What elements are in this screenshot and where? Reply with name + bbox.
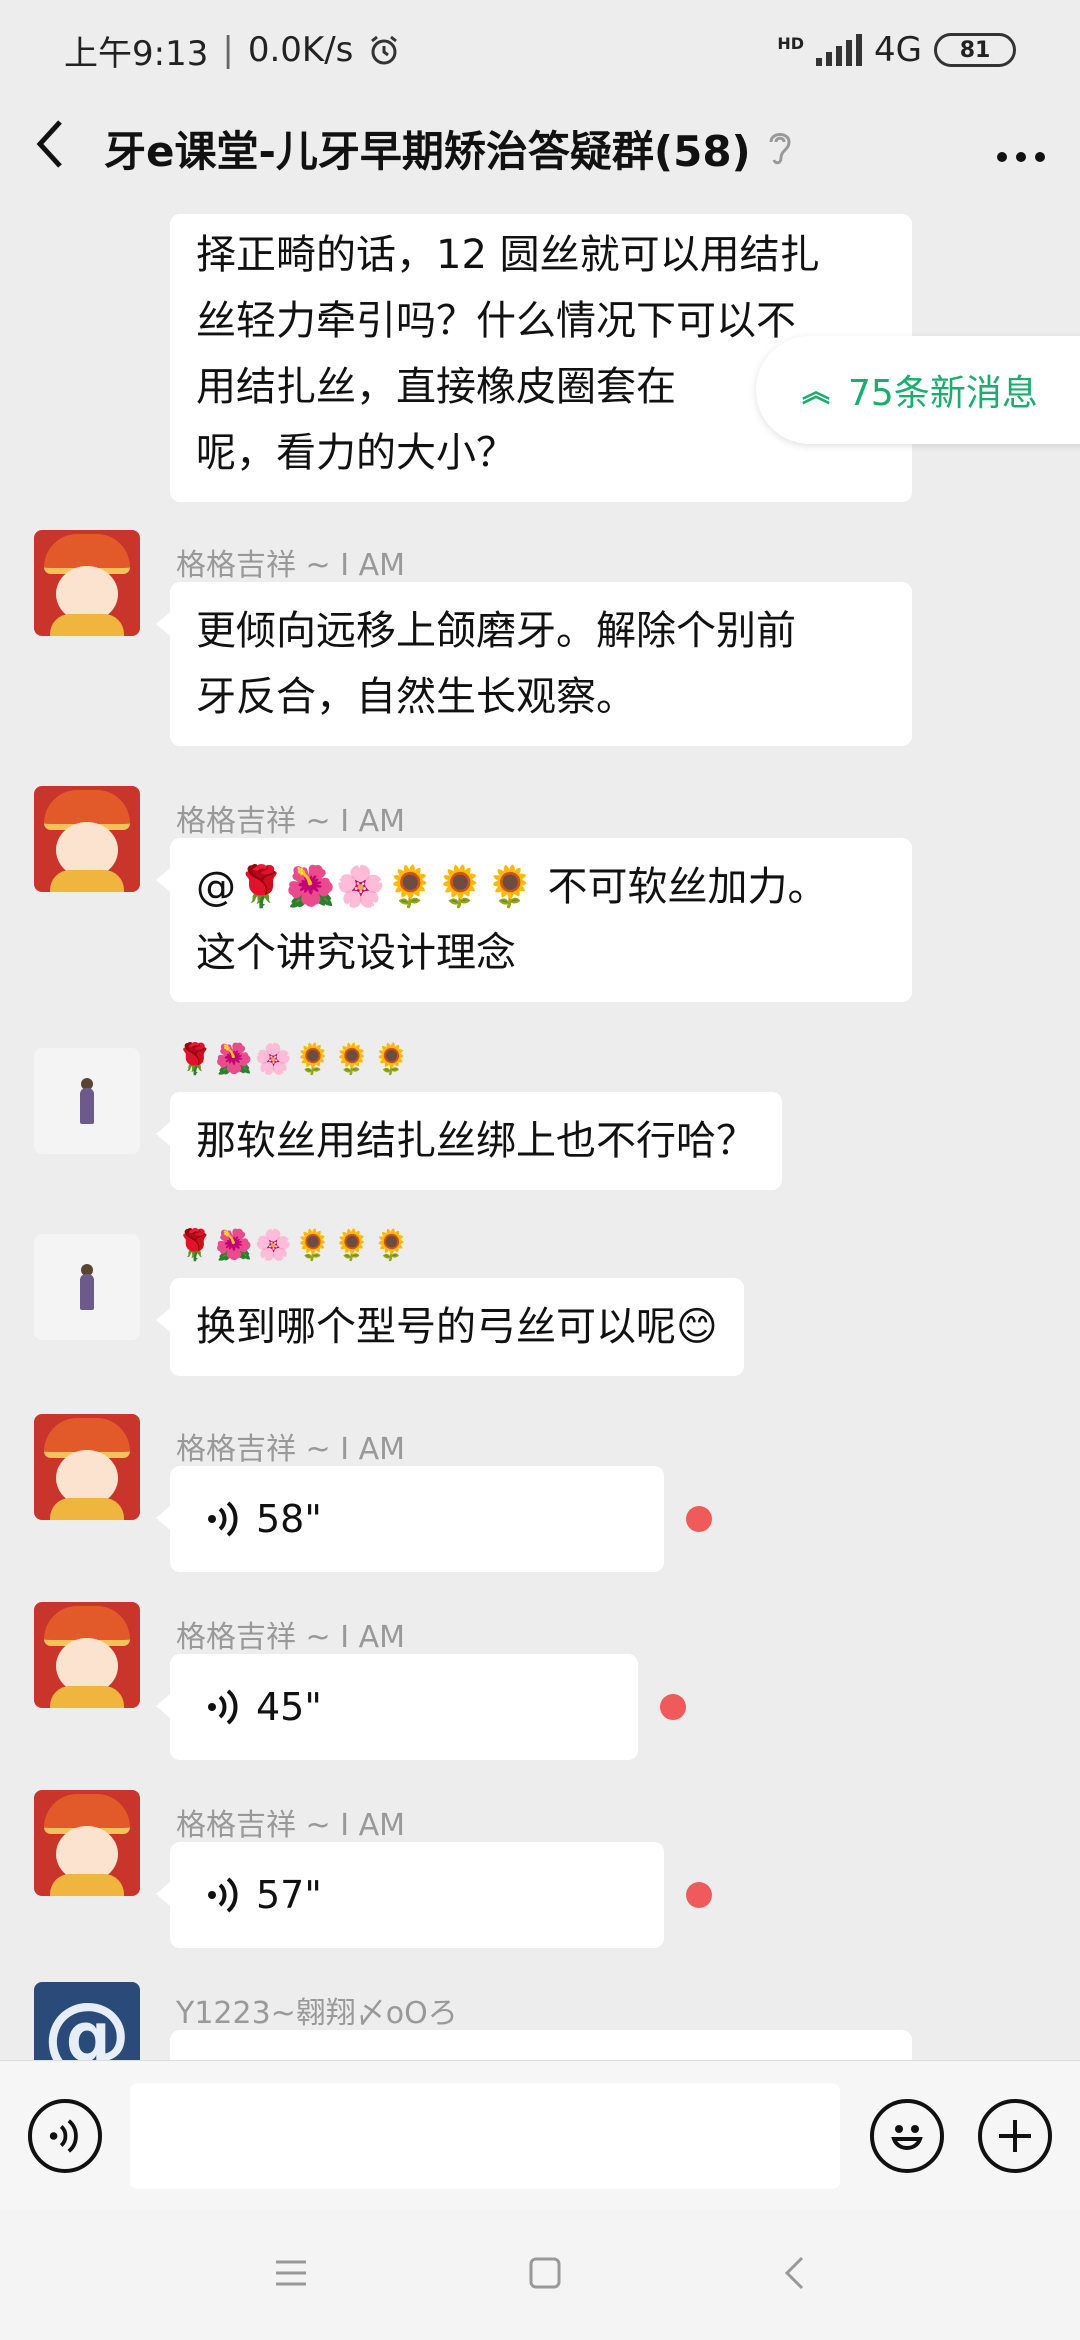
sender-name: 🌹🌺🌸🌻🌻🌻 xyxy=(176,1042,413,1077)
voice-wave-icon xyxy=(208,1689,238,1725)
new-messages-label: 75条新消息 xyxy=(848,373,1038,414)
status-speed: 0.0K/s xyxy=(247,30,354,70)
chat-title: 牙e课堂-儿牙早期矫治答疑群(58) xyxy=(104,126,751,176)
hd-label: HD xyxy=(777,34,805,53)
voice-wave-icon xyxy=(208,1501,238,1537)
home-button[interactable] xyxy=(528,2256,562,2294)
title-bar: 牙e课堂-儿牙早期矫治答疑群(58) xyxy=(0,100,1080,196)
chat-message-list[interactable]: 择正畸的话，12 圆丝就可以用结扎 丝轻力牵引吗？什么情况下可以不 用结扎丝，直… xyxy=(0,196,1080,2060)
new-messages-button[interactable]: ︽ 75条新消息 xyxy=(756,336,1080,444)
sender-name: 格格吉祥 ~ I AM xyxy=(176,1432,405,1467)
voice-input-button[interactable] xyxy=(28,2099,102,2173)
alarm-icon xyxy=(371,35,398,65)
sender-name: Y1223~翱翔〆oOろ xyxy=(176,1996,458,2031)
status-separator: | xyxy=(222,30,234,70)
avatar[interactable] xyxy=(34,1048,140,1154)
home-icon xyxy=(529,2257,561,2289)
voice-message-bubble[interactable]: 58" xyxy=(156,1466,664,1572)
avatar[interactable] xyxy=(34,1602,140,1708)
message-line: 更倾向远移上颌磨牙。解除个别前 xyxy=(196,608,796,654)
menu-button[interactable] xyxy=(274,2258,308,2292)
message-line: @🌹🌺🌸🌻🌻🌻 不可软丝加力。 xyxy=(196,864,828,910)
double-up-chevron-icon: ︽ xyxy=(802,375,831,408)
back-icon xyxy=(36,119,62,168)
message-input[interactable] xyxy=(130,2083,840,2189)
message-bubble[interactable]: 换到哪个型号的弓丝可以呢😊 xyxy=(156,1278,744,1376)
menu-icon xyxy=(276,2260,306,2286)
unread-dot xyxy=(686,1506,712,1532)
status-left: 上午9:13 | 0.0K/s xyxy=(64,26,401,75)
message-line: 换到哪个型号的弓丝可以呢😊 xyxy=(196,1304,718,1350)
network-type: 4G xyxy=(874,30,922,70)
voice-message-bubble[interactable]: 45" xyxy=(156,1654,638,1760)
status-bar: 上午9:13 | 0.0K/s HD 4G 81 xyxy=(0,0,1080,100)
voice-wave-icon xyxy=(208,1877,238,1913)
message-line: 牙反合，自然生长观察。 xyxy=(196,674,636,720)
plus-icon xyxy=(999,2120,1031,2152)
back-nav-button[interactable] xyxy=(782,2255,806,2295)
avatar[interactable] xyxy=(34,786,140,892)
ear-icon xyxy=(769,133,791,165)
message-bubble[interactable]: @🌹🌺🌸🌻🌻🌻 不可软丝加力。 这个讲究设计理念 xyxy=(156,838,912,1002)
system-nav-bar xyxy=(0,2210,1080,2340)
back-button[interactable] xyxy=(34,118,104,179)
signal-icon xyxy=(816,34,863,66)
battery-icon: 81 xyxy=(934,33,1016,67)
sender-name: 格格吉祥 ~ I AM xyxy=(176,804,405,839)
sender-name: 格格吉祥 ~ I AM xyxy=(176,1620,405,1655)
sender-name: 🌹🌺🌸🌻🌻🌻 xyxy=(176,1228,413,1263)
avatar[interactable] xyxy=(34,530,140,636)
unread-dot xyxy=(660,1694,686,1720)
sender-name: 格格吉祥 ~ I AM xyxy=(176,548,405,583)
message-line: 这个讲究设计理念 xyxy=(196,930,516,976)
message-bubble[interactable]: 那软丝用结扎丝绑上也不行哈？ xyxy=(156,1092,782,1190)
voice-duration: 57" xyxy=(256,1873,322,1917)
more-button[interactable] xyxy=(996,123,1046,174)
sender-name: 格格吉祥 ~ I AM xyxy=(176,1808,405,1843)
battery-level: 81 xyxy=(959,37,991,63)
unread-dot xyxy=(686,1882,712,1908)
emoji-button[interactable] xyxy=(870,2099,944,2173)
avatar[interactable] xyxy=(34,1414,140,1520)
voice-duration: 58" xyxy=(256,1497,322,1541)
avatar-at-symbol: @ xyxy=(43,1983,131,2061)
avatar[interactable]: @ xyxy=(34,1982,140,2060)
voice-input-icon xyxy=(49,2119,78,2153)
message-line: 择正畸的话，12 圆丝就可以用结扎 xyxy=(196,232,820,278)
input-bar xyxy=(0,2060,1080,2210)
back-nav-icon xyxy=(784,2256,804,2290)
voice-message-bubble[interactable]: 57" xyxy=(156,1842,664,1948)
emoji-icon xyxy=(891,2125,923,2150)
status-right: HD 4G 81 xyxy=(777,30,1016,70)
status-time: 上午9:13 xyxy=(64,33,209,74)
message-bubble[interactable] xyxy=(170,2030,912,2060)
message-line: 那软丝用结扎丝绑上也不行哈？ xyxy=(196,1118,756,1164)
more-functions-button[interactable] xyxy=(978,2099,1052,2173)
avatar[interactable] xyxy=(34,1790,140,1896)
avatar[interactable] xyxy=(34,1234,140,1340)
more-icon xyxy=(997,151,1045,162)
voice-duration: 45" xyxy=(256,1685,322,1729)
message-bubble[interactable]: 更倾向远移上颌磨牙。解除个别前 牙反合，自然生长观察。 xyxy=(156,582,912,746)
